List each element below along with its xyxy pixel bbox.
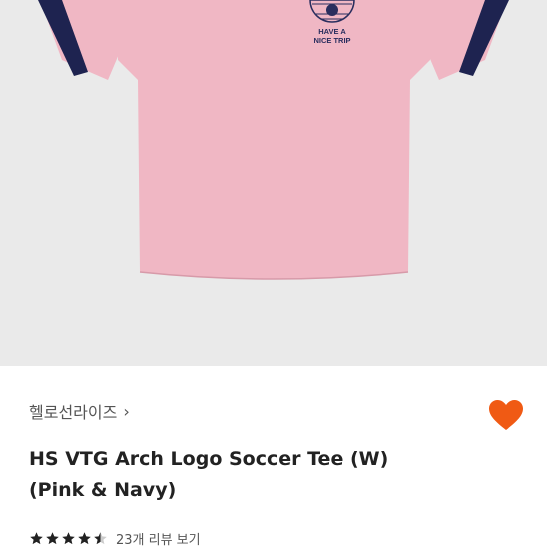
reviews-link[interactable]: 23개 리뷰 보기: [116, 529, 201, 548]
product-title-line-1: HS VTG Arch Logo Soccer Tee (W): [29, 448, 389, 470]
brand-link[interactable]: 헬로선라이즈 ›: [29, 399, 130, 423]
star-icon: [46, 532, 59, 545]
tshirt-illustration: HAVE A NICE TRIP: [38, 0, 509, 280]
print-line-1: HAVE A: [318, 27, 346, 36]
star-rating: [29, 531, 108, 546]
star-icon: [30, 532, 43, 545]
rating-row[interactable]: 23개 리뷰 보기: [29, 529, 201, 548]
half-star-icon: [94, 532, 107, 545]
product-info: 헬로선라이즈 › HS VTG Arch Logo Soccer Tee (W)…: [0, 366, 547, 548]
star-icon: [62, 532, 75, 545]
brand-name[interactable]: 헬로선라이즈: [29, 399, 117, 423]
shirt-body: [118, 0, 430, 279]
product-title: HS VTG Arch Logo Soccer Tee (W) (Pink & …: [29, 444, 459, 506]
star-icon: [78, 532, 91, 545]
chevron-right-icon: ›: [123, 401, 130, 421]
print-line-2: NICE TRIP: [313, 36, 350, 45]
heart-icon[interactable]: [488, 399, 524, 431]
product-title-line-2: (Pink & Navy): [29, 479, 177, 501]
product-image[interactable]: HAVE A NICE TRIP: [0, 0, 547, 366]
